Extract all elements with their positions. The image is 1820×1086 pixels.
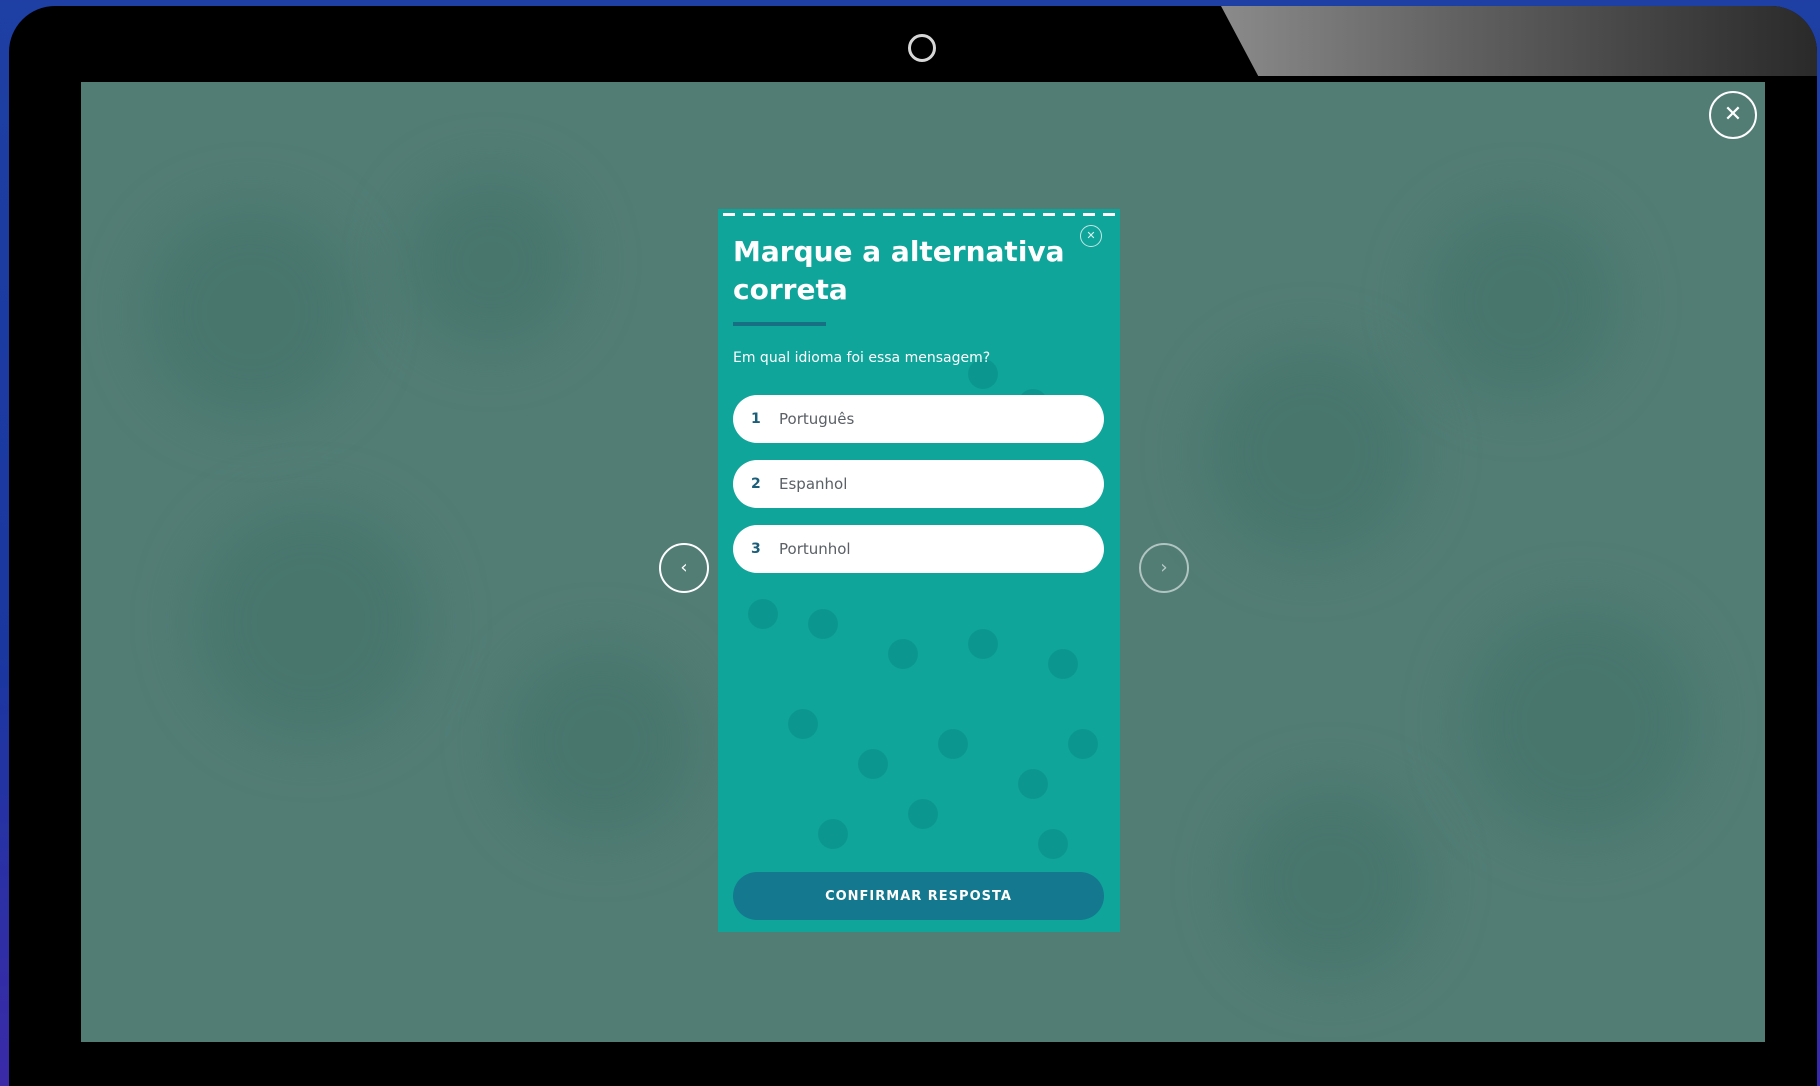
quiz-card: ✕ Marque a alternativa correta Em qual i…	[718, 209, 1120, 932]
decorative-dot	[748, 599, 778, 629]
decorative-dot	[1048, 649, 1078, 679]
decorative-dot	[788, 709, 818, 739]
question-text: Em qual idioma foi essa mensagem?	[733, 350, 991, 366]
chevron-right-icon: ›	[1160, 557, 1168, 578]
background-blob	[401, 172, 581, 352]
background-blob	[1421, 202, 1621, 402]
background-blob	[1201, 342, 1421, 562]
quiz-title: Marque a alternativa correta	[733, 235, 1065, 306]
previous-slide-button[interactable]: ‹	[659, 543, 709, 593]
decorative-dot	[808, 609, 838, 639]
close-icon[interactable]: ✕	[1709, 91, 1757, 139]
option-label: Espanhol	[779, 475, 848, 493]
background-blob	[1461, 602, 1701, 842]
background-blob	[141, 202, 361, 422]
option-label: Português	[779, 410, 855, 428]
decorative-dot	[1068, 729, 1098, 759]
decorative-dot	[1018, 769, 1048, 799]
decorative-dot	[908, 799, 938, 829]
answer-option-2[interactable]: 2 Espanhol	[733, 460, 1104, 508]
decorative-dot	[858, 749, 888, 779]
webcam-icon	[908, 34, 936, 62]
decorative-dot	[818, 819, 848, 849]
decorative-dot	[1038, 829, 1068, 859]
decorative-dot	[968, 629, 998, 659]
background-blob	[501, 642, 701, 842]
close-icon[interactable]: ✕	[1080, 225, 1102, 247]
lesson-screen: ✕ ‹ › ✕ Marque a alternativa correta Em …	[81, 82, 1765, 1042]
laptop-frame: ✕ ‹ › ✕ Marque a alternativa correta Em …	[9, 6, 1817, 1086]
background-blob	[191, 502, 431, 742]
answer-option-3[interactable]: 3 Portunhol	[733, 525, 1104, 573]
option-number: 3	[751, 541, 761, 557]
progress-bar	[723, 213, 1115, 216]
option-number: 2	[751, 476, 761, 492]
title-underline	[733, 322, 826, 326]
background-blob	[1231, 782, 1431, 982]
decorative-dot	[938, 729, 968, 759]
next-slide-button[interactable]: ›	[1139, 543, 1189, 593]
option-number: 1	[751, 411, 761, 427]
bezel-glare	[1221, 6, 1817, 76]
confirm-answer-button[interactable]: CONFIRMAR RESPOSTA	[733, 872, 1104, 920]
option-label: Portunhol	[779, 540, 851, 558]
answer-option-1[interactable]: 1 Português	[733, 395, 1104, 443]
decorative-dot	[888, 639, 918, 669]
chevron-left-icon: ‹	[680, 557, 688, 578]
